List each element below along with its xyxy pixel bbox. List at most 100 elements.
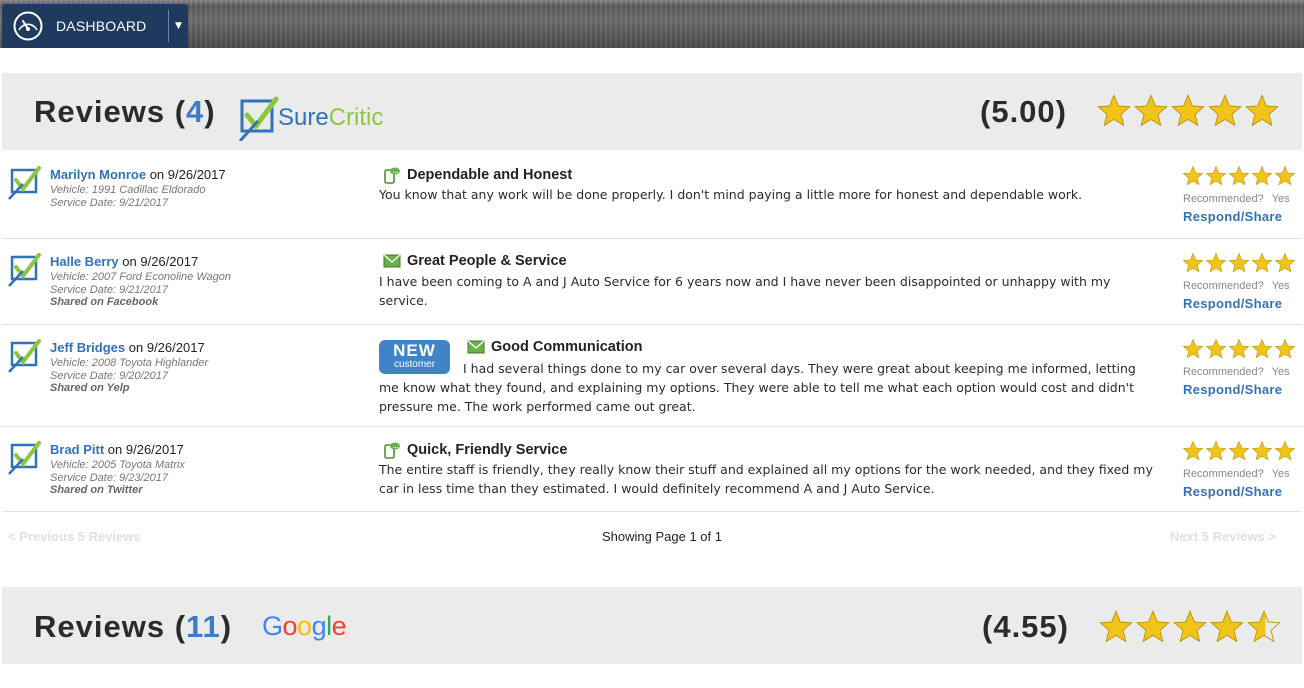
title-prefix: Reviews (: [34, 609, 187, 644]
review-date: on 9/26/2017: [149, 167, 226, 182]
star-icon: [1182, 165, 1204, 186]
title-suffix: ): [204, 94, 216, 129]
review-author-line: Marilyn Monroe on 9/26/2017: [50, 167, 226, 182]
star-icon: [1245, 94, 1279, 127]
envelope-icon: [467, 340, 485, 354]
recommended-line: Recommended? Yes: [1183, 193, 1290, 205]
review-body: The entire staff is friendly, they reall…: [379, 462, 1153, 496]
google-letter: g: [311, 611, 327, 641]
previous-reviews-link[interactable]: < Previous 5 Reviews: [8, 529, 141, 544]
phone-chat-icon: ...: [384, 442, 400, 459]
shared-on-text: Shared on Yelp: [50, 382, 130, 394]
review-row: Brad Pitt on 9/26/2017 Vehicle: 2005 Toy…: [2, 427, 1302, 512]
respond-share-link[interactable]: Respond/Share: [1183, 296, 1282, 311]
surecritic-check-icon: [8, 441, 41, 475]
star-icon: [1228, 165, 1250, 186]
surecritic-check-icon: [238, 96, 279, 141]
service-date-text: Service Date: 9/21/2017: [50, 196, 169, 209]
star-icon: [1251, 165, 1273, 186]
respond-share-link[interactable]: Respond/Share: [1183, 209, 1282, 224]
review-star-rating: [1182, 165, 1296, 187]
review-count: 4: [186, 94, 205, 129]
vehicle-text: Vehicle: 1991 Cadillac Eldorado: [50, 184, 206, 196]
service-date-text: Service Date: 9/21/2017: [50, 283, 169, 296]
review-body: I have been coming to A and J Auto Servi…: [379, 274, 1111, 308]
recommended-value: Yes: [1271, 468, 1290, 480]
google-letter: G: [262, 611, 283, 641]
star-icon: [1274, 338, 1296, 359]
service-date-text: Service Date: 9/20/2017: [50, 369, 169, 382]
google-star-rating: [1098, 609, 1282, 645]
surecritic-check-icon: [8, 339, 41, 373]
author-name-link[interactable]: Halle Berry: [50, 254, 119, 269]
review-date: on 9/26/2017: [122, 254, 199, 269]
dashboard-menu[interactable]: DASHBOARD ▼: [2, 4, 188, 48]
star-icon: [1182, 440, 1204, 461]
star-icon: [1136, 610, 1170, 643]
shared-on-text: Shared on Twitter: [50, 484, 143, 496]
dropdown-caret-icon[interactable]: ▼: [168, 10, 188, 42]
review-meta: Vehicle: 1991 Cadillac Eldorado Service …: [50, 184, 206, 209]
gauge-icon: [13, 11, 43, 41]
review-row: Marilyn Monroe on 9/26/2017 Vehicle: 199…: [2, 152, 1302, 239]
review-meta: Vehicle: 2007 Ford Econoline Wagon Servi…: [50, 271, 231, 309]
author-name-link[interactable]: Marilyn Monroe: [50, 167, 146, 182]
respond-share-link[interactable]: Respond/Share: [1183, 484, 1282, 499]
review-title: Great People & Service: [383, 253, 567, 269]
respond-share-link[interactable]: Respond/Share: [1183, 382, 1282, 397]
review-meta: Vehicle: 2005 Toyota Matrix Service Date…: [50, 459, 185, 497]
star-icon: [1208, 94, 1242, 127]
star-icon: [1210, 610, 1244, 643]
review-count: 11: [186, 609, 221, 644]
recommended-value: Yes: [1271, 366, 1290, 378]
envelope-icon: [383, 254, 401, 268]
surecritic-star-rating: [1096, 93, 1280, 129]
review-meta: Vehicle: 2008 Toyota Highlander Service …: [50, 357, 208, 395]
recommended-label: Recommended?: [1183, 280, 1264, 292]
star-icon: [1205, 338, 1227, 359]
review-author-line: Jeff Bridges on 9/26/2017: [50, 340, 205, 355]
surecritic-check-icon: [8, 253, 41, 287]
next-reviews-link[interactable]: Next 5 Reviews >: [1170, 529, 1276, 544]
review-title: ... Dependable and Honest: [383, 166, 572, 184]
recommended-label: Recommended?: [1183, 366, 1264, 378]
google-letter: o: [297, 611, 312, 641]
star-icon: [1274, 440, 1296, 461]
review-title-text: Dependable and Honest: [407, 167, 573, 183]
title-suffix: ): [220, 609, 233, 644]
surecritic-logo: SureCritic: [238, 95, 383, 141]
review-author-line: Halle Berry on 9/26/2017: [50, 254, 198, 269]
star-icon: [1097, 94, 1131, 127]
author-name-link[interactable]: Brad Pitt: [50, 442, 104, 457]
surecritic-score: (5.00): [980, 94, 1067, 129]
star-icon: [1205, 440, 1227, 461]
brand-sure: Sure: [278, 104, 329, 131]
review-star-rating: [1182, 440, 1296, 462]
review-date: on 9/26/2017: [107, 442, 184, 457]
vehicle-text: Vehicle: 2007 Ford Econoline Wagon: [50, 271, 232, 283]
review-star-rating: [1182, 338, 1296, 360]
star-icon: [1182, 252, 1204, 273]
star-icon: [1205, 165, 1227, 186]
dashboard-label: DASHBOARD: [56, 18, 147, 34]
google-letter: o: [282, 611, 298, 641]
review-author-line: Brad Pitt on 9/26/2017: [50, 442, 184, 457]
star-icon: [1274, 165, 1296, 186]
star-icon: [1182, 338, 1204, 359]
star-icon: [1228, 252, 1250, 273]
review-row: Halle Berry on 9/26/2017 Vehicle: 2007 F…: [2, 239, 1302, 325]
star-icon: [1251, 252, 1273, 273]
page-indicator: Showing Page 1 of 1: [602, 529, 722, 544]
author-name-link[interactable]: Jeff Bridges: [50, 340, 125, 355]
surecritic-reviews-header: Reviews (4) SureCritic (5.00): [2, 73, 1302, 150]
review-row: Jeff Bridges on 9/26/2017 Vehicle: 2008 …: [2, 325, 1302, 427]
review-star-rating: [1182, 252, 1296, 274]
star-icon: [1205, 252, 1227, 273]
review-body: You know that any work will be done prop…: [379, 187, 1083, 202]
google-score: (4.55): [982, 609, 1069, 644]
recommended-value: Yes: [1271, 280, 1290, 292]
review-body: I had several things done to my car over…: [379, 361, 1136, 414]
google-reviews-title: Reviews (11): [34, 609, 232, 645]
review-title-text: Good Communication: [491, 339, 643, 355]
svg-text:...: ...: [393, 169, 399, 175]
